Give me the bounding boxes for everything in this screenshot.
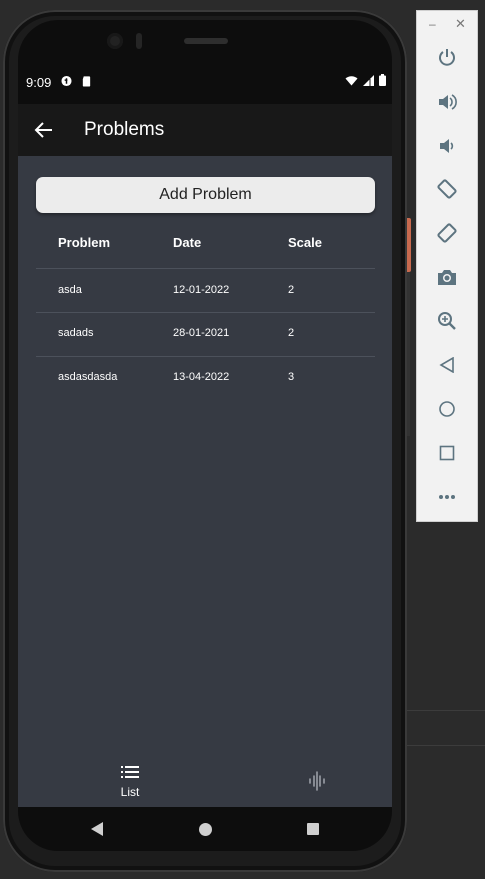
status-bar: 9:09 bbox=[18, 70, 392, 94]
close-icon[interactable]: ✕ bbox=[455, 16, 466, 32]
android-navigation-bar bbox=[18, 807, 392, 851]
date-cell: 13-04-2022 bbox=[173, 371, 230, 383]
emulator-toolbar: – ✕ bbox=[416, 10, 478, 522]
header-scale: Scale bbox=[288, 235, 322, 250]
back-icon[interactable] bbox=[433, 351, 461, 379]
scale-cell: 2 bbox=[288, 327, 295, 339]
volume-side-button bbox=[407, 272, 410, 436]
table-row[interactable]: asdasdasda 13-04-2022 3 bbox=[36, 357, 375, 400]
nav-list-tab[interactable]: List bbox=[114, 765, 146, 799]
list-icon bbox=[121, 766, 139, 778]
header-date: Date bbox=[173, 235, 202, 250]
desktop-divider bbox=[400, 710, 485, 711]
wifi-icon bbox=[345, 75, 358, 85]
rotate-right-icon[interactable] bbox=[433, 219, 461, 247]
minimize-icon[interactable]: – bbox=[429, 17, 436, 31]
scale-cell: 2 bbox=[288, 284, 295, 296]
app-bar: Problems bbox=[18, 104, 392, 156]
home-icon[interactable] bbox=[433, 395, 461, 423]
problem-cell: asdasdasda bbox=[58, 371, 118, 383]
camera-icon[interactable] bbox=[433, 263, 461, 291]
signal-icon bbox=[363, 74, 374, 86]
overview-icon[interactable] bbox=[433, 439, 461, 467]
system-home-icon[interactable] bbox=[199, 823, 212, 836]
power-icon[interactable] bbox=[433, 43, 461, 71]
sd-card-icon bbox=[82, 76, 91, 87]
status-icons bbox=[345, 74, 386, 86]
desktop-divider bbox=[400, 745, 485, 746]
battery-icon bbox=[379, 74, 386, 86]
date-cell: 12-01-2022 bbox=[173, 284, 230, 296]
page-title: Problems bbox=[84, 119, 165, 140]
table-header: Problem Date Scale bbox=[36, 226, 375, 269]
zoom-icon[interactable] bbox=[433, 307, 461, 335]
volume-down-icon[interactable] bbox=[433, 132, 461, 160]
more-icon[interactable] bbox=[433, 483, 461, 511]
table-row[interactable]: asda 12-01-2022 2 bbox=[36, 269, 375, 313]
earpiece-speaker bbox=[184, 38, 228, 44]
table-row[interactable]: sadads 28-01-2021 2 bbox=[36, 313, 375, 357]
bottom-navigation: List bbox=[18, 757, 392, 807]
status-time: 9:09 bbox=[26, 75, 52, 90]
header-problem: Problem bbox=[58, 235, 111, 250]
system-recents-icon[interactable] bbox=[307, 823, 319, 835]
power-side-button bbox=[407, 218, 411, 272]
system-back-icon[interactable] bbox=[90, 822, 104, 836]
volume-up-icon[interactable] bbox=[433, 88, 461, 116]
rotate-left-icon[interactable] bbox=[433, 175, 461, 203]
back-arrow-icon[interactable] bbox=[32, 118, 56, 142]
nav-list-label: List bbox=[120, 785, 140, 799]
main-content: Add Problem Problem Date Scale asda 12-0… bbox=[18, 156, 392, 807]
date-cell: 28-01-2021 bbox=[173, 327, 230, 339]
add-problem-button[interactable]: Add Problem bbox=[36, 177, 375, 213]
scale-cell: 3 bbox=[288, 371, 295, 383]
problem-cell: asda bbox=[58, 284, 82, 296]
app-notification-icon bbox=[61, 75, 72, 87]
audio-wave-icon[interactable] bbox=[308, 771, 326, 791]
front-camera bbox=[107, 33, 123, 49]
sensor bbox=[136, 33, 142, 49]
problem-cell: sadads bbox=[58, 327, 94, 339]
